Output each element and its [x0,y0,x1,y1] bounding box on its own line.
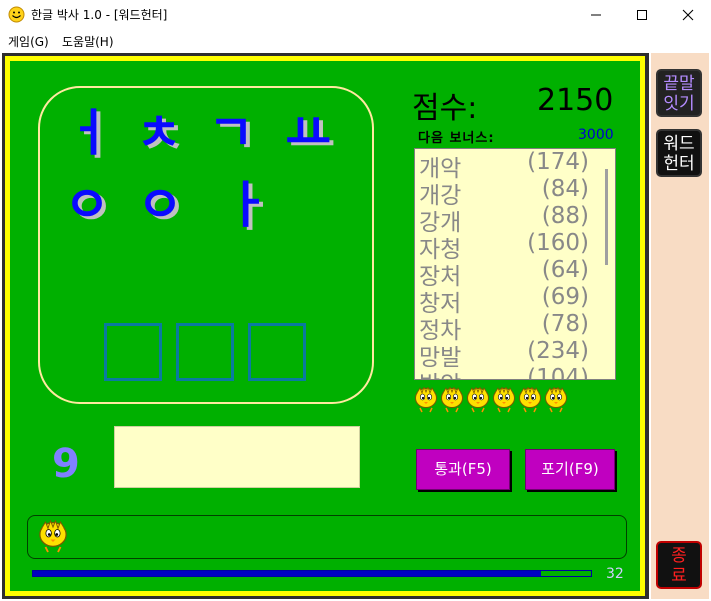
quit-button[interactable]: 종 료 [656,541,702,589]
minimize-icon [591,14,601,16]
chick-icon [39,520,67,553]
answer-slot [248,323,306,381]
list-item: 강개 (88) [419,203,589,236]
list-item: 방앙(104) [419,365,589,380]
letter-tile[interactable]: ㅊ [136,105,182,161]
message-bar [27,515,627,559]
menu-game[interactable]: 게임(G) [8,33,49,50]
close-button[interactable] [665,0,711,30]
chick-icon [544,385,568,413]
word-hunter-label: 워드 헌터 [663,134,695,174]
word-hunter-button[interactable]: 워드 헌터 [656,129,702,177]
list-item: 개악 (174) [419,149,589,182]
letter-tile[interactable]: ㅇ [137,177,183,233]
letter-tile[interactable]: ㅇ [64,177,110,233]
menu-bar: 게임(G) 도움말(H) [0,30,711,51]
menu-help[interactable]: 도움말(H) [62,33,114,50]
title-bar: 한글 박사 1.0 - [워드헌터] [0,0,711,30]
word-chain-label: 끝말 잇기 [663,74,695,114]
letter-tile[interactable]: ㅛ [285,105,331,161]
list-item: 장처 (64) [419,257,589,290]
remaining-count: 9 [52,441,80,487]
found-words-list[interactable]: 개악 (174) 개강 (84) 강개 (88) 자청 (160) 장처 (64) 창저(… [414,148,616,380]
letter-tile[interactable]: ㅓ [66,105,112,161]
letter-tile[interactable]: ㄱ [208,105,254,161]
list-item: 망발 (234) [419,338,589,371]
quit-label: 종 료 [671,546,687,586]
minimize-button[interactable] [573,0,619,30]
score-label: 점수: [412,91,478,126]
chick-icon [440,385,464,413]
chick-icon [492,385,516,413]
score-value: 2150 [537,83,614,118]
word-chain-button[interactable]: 끝말 잇기 [656,69,702,117]
close-icon [682,9,694,21]
time-bar-fill [33,571,541,576]
list-item: 정차 (78) [419,311,589,344]
bonus-label: 다음 보너스: [418,131,495,146]
chick-icon [518,385,542,413]
window-title: 한글 박사 1.0 - [워드헌터] [31,8,168,22]
maximize-icon [637,10,647,20]
time-bar [32,570,592,577]
side-panel: 끝말 잇기 워드 헌터 종 료 [651,53,709,599]
time-value: 32 [606,566,624,582]
chick-icon [414,385,438,413]
list-item: 창저 (69) [419,284,589,317]
pass-button[interactable]: 통과(F5) [416,449,510,490]
answer-input[interactable] [114,426,360,488]
maximize-button[interactable] [619,0,665,30]
smiley-icon [8,6,25,23]
answer-slot [104,323,162,381]
letter-tile[interactable]: ㅏ [224,177,270,233]
chick-icon [466,385,490,413]
list-item: 개강 (84) [419,176,589,209]
list-item: 자청 (160) [419,230,589,263]
list-scrollbar[interactable] [605,169,608,265]
give-up-button[interactable]: 포기(F9) [525,449,615,490]
bonus-value: 3000 [578,127,614,143]
answer-slot [176,323,234,381]
